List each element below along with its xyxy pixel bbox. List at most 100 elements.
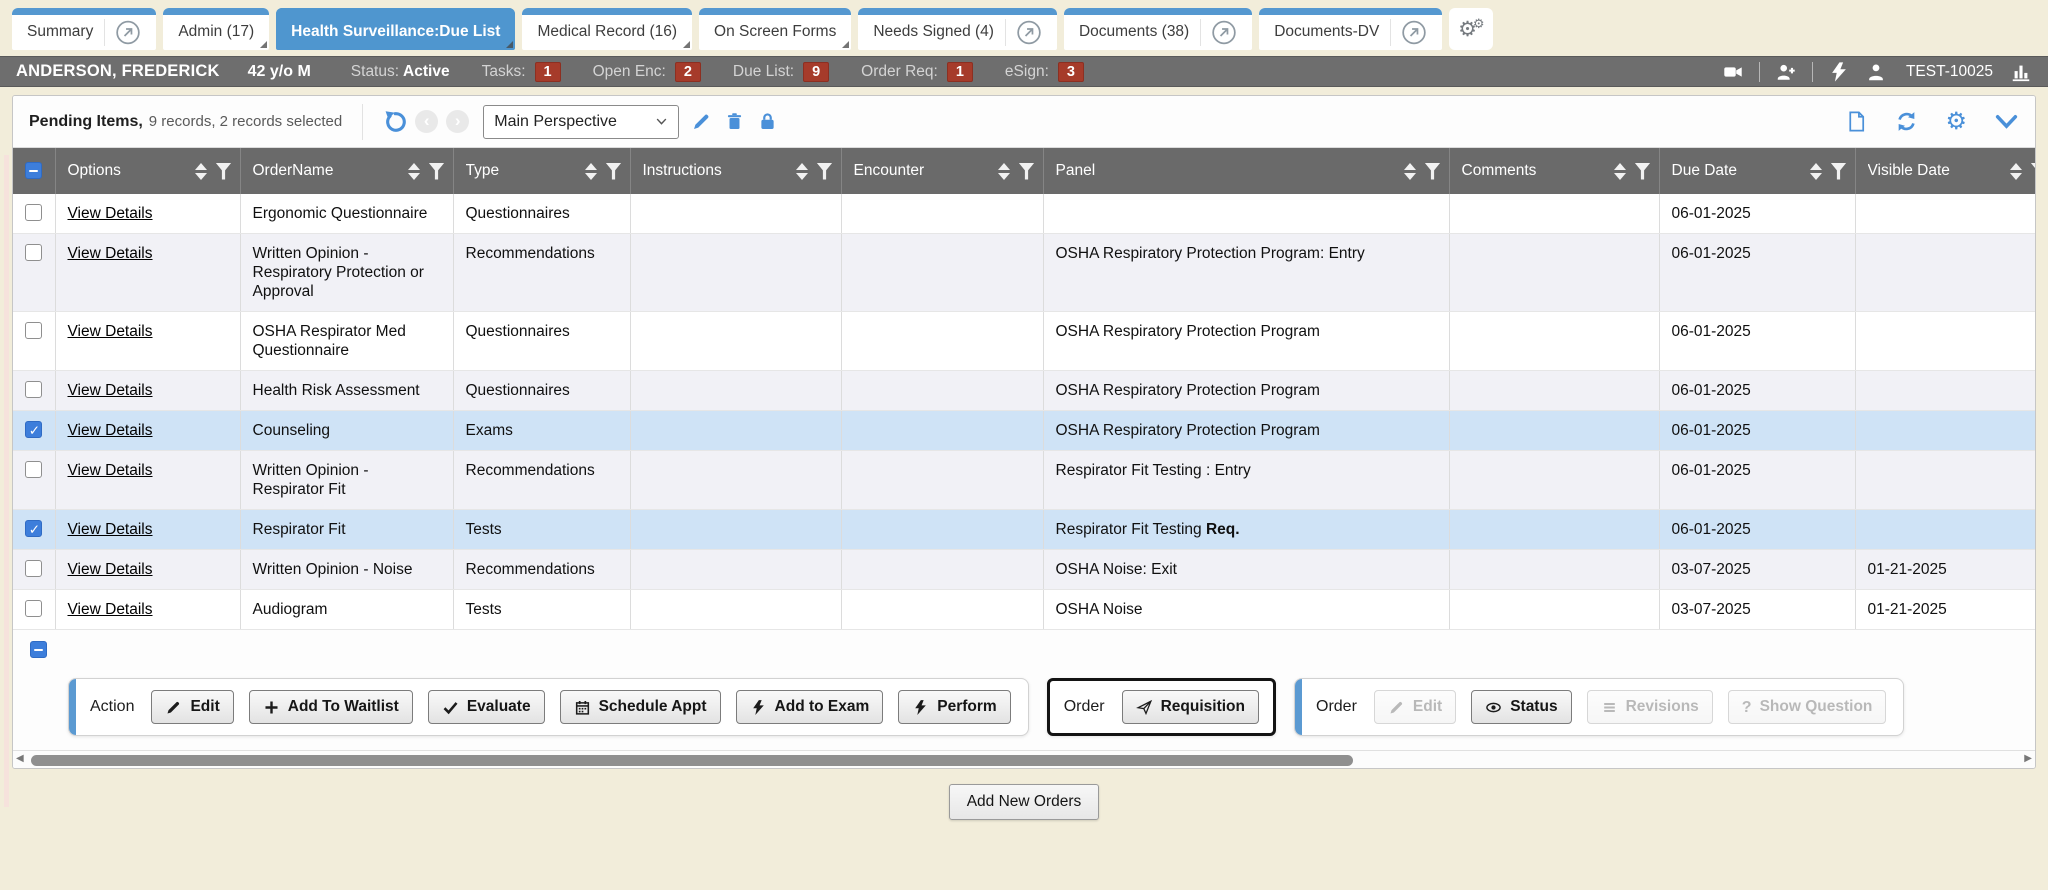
table-row[interactable]: View DetailsErgonomic QuestionnaireQuest… — [13, 194, 2036, 234]
table-row[interactable]: View DetailsOSHA Respirator Med Question… — [13, 312, 2036, 371]
tab-settings-gears-icon[interactable]: ⚙⚙ — [1449, 8, 1493, 50]
select-all-checkbox[interactable] — [30, 641, 47, 658]
lightning-icon[interactable] — [1828, 61, 1850, 83]
funnel-icon[interactable] — [1831, 163, 1847, 180]
lock-icon[interactable] — [757, 111, 778, 132]
scroll-left-arrow[interactable]: ◀ — [16, 753, 24, 764]
next-icon[interactable]: › — [446, 110, 469, 133]
row-checkbox[interactable] — [25, 244, 42, 261]
sort-icon[interactable] — [195, 163, 207, 180]
counter-badge[interactable]: 1 — [947, 62, 973, 82]
tab-medical-record-16-[interactable]: Medical Record (16) — [522, 8, 692, 50]
column-header-encounter[interactable]: Encounter — [841, 148, 1043, 194]
sort-icon[interactable] — [998, 163, 1010, 180]
collapse-chevron-icon[interactable] — [1994, 109, 2019, 134]
row-checkbox[interactable] — [25, 461, 42, 478]
sort-icon[interactable] — [1810, 163, 1822, 180]
add-new-orders-button[interactable]: Add New Orders — [949, 784, 1100, 820]
view-details-link[interactable]: View Details — [68, 601, 153, 618]
add-to-exam-button[interactable]: Add to Exam — [736, 690, 884, 724]
evaluate-button[interactable]: Evaluate — [428, 690, 545, 724]
view-details-link[interactable]: View Details — [68, 521, 153, 538]
view-details-link[interactable]: View Details — [68, 245, 153, 262]
tab-health-surveillance-due-list[interactable]: Health Surveillance:Due List — [276, 8, 515, 50]
view-details-link[interactable]: View Details — [68, 561, 153, 578]
row-checkbox[interactable] — [25, 421, 42, 438]
tab-documents-dv[interactable]: Documents-DV — [1259, 8, 1442, 50]
funnel-icon[interactable] — [606, 163, 622, 180]
funnel-icon[interactable] — [1019, 163, 1035, 180]
view-details-link[interactable]: View Details — [68, 323, 153, 340]
column-header-instructions[interactable]: Instructions — [630, 148, 841, 194]
tab-admin-17-[interactable]: Admin (17) — [163, 8, 269, 50]
counter-badge[interactable]: 9 — [803, 62, 829, 82]
tab-needs-signed-4-[interactable]: Needs Signed (4) — [858, 8, 1057, 50]
funnel-icon[interactable] — [216, 163, 232, 180]
funnel-icon[interactable] — [1635, 163, 1651, 180]
counter-badge[interactable]: 2 — [675, 62, 701, 82]
row-checkbox[interactable] — [25, 322, 42, 339]
tab-summary[interactable]: Summary — [12, 8, 156, 50]
status-button[interactable]: Status — [1471, 690, 1571, 724]
table-row[interactable]: View DetailsWritten Opinion - Respirator… — [13, 451, 2036, 510]
sort-icon[interactable] — [408, 163, 420, 180]
row-checkbox[interactable] — [25, 600, 42, 617]
tab-documents-38-[interactable]: Documents (38) — [1064, 8, 1252, 50]
popout-icon[interactable] — [1200, 19, 1237, 46]
funnel-icon[interactable] — [1425, 163, 1441, 180]
table-row[interactable]: View DetailsRespirator FitTestsRespirato… — [13, 510, 2036, 550]
sort-icon[interactable] — [585, 163, 597, 180]
person-add-icon[interactable] — [1775, 61, 1797, 83]
sort-icon[interactable] — [796, 163, 808, 180]
column-header-options[interactable]: Options — [55, 148, 240, 194]
view-details-link[interactable]: View Details — [68, 422, 153, 439]
view-details-link[interactable]: View Details — [68, 382, 153, 399]
scrollbar-thumb[interactable] — [31, 755, 1353, 766]
undo-icon[interactable] — [383, 110, 407, 134]
edit-button[interactable]: Edit — [151, 690, 233, 724]
table-row[interactable]: View DetailsCounselingExamsOSHA Respirat… — [13, 411, 2036, 451]
column-header-due-date[interactable]: Due Date — [1659, 148, 1855, 194]
chart-icon[interactable] — [2010, 61, 2032, 83]
popout-icon[interactable] — [1005, 19, 1042, 46]
counter-badge[interactable]: 3 — [1058, 62, 1084, 82]
table-row[interactable]: View DetailsAudiogramTestsOSHA Noise03-0… — [13, 590, 2036, 630]
row-checkbox[interactable] — [25, 560, 42, 577]
view-details-link[interactable]: View Details — [68, 205, 153, 222]
row-checkbox[interactable] — [25, 381, 42, 398]
table-row[interactable]: View DetailsWritten Opinion - NoiseRecom… — [13, 550, 2036, 590]
column-header-visible-date[interactable]: Visible Date — [1855, 148, 2036, 194]
popout-icon[interactable] — [1390, 19, 1427, 46]
row-checkbox[interactable] — [25, 204, 42, 221]
perform-button[interactable]: Perform — [898, 690, 1010, 724]
trash-icon[interactable] — [724, 111, 745, 132]
pencil-icon[interactable] — [691, 111, 712, 132]
column-header-type[interactable]: Type — [453, 148, 630, 194]
tab-on-screen-forms[interactable]: On Screen Forms — [699, 8, 851, 50]
prev-icon[interactable]: ‹ — [415, 110, 438, 133]
row-checkbox[interactable] — [25, 520, 42, 537]
popout-icon[interactable] — [104, 19, 141, 46]
sort-icon[interactable] — [1614, 163, 1626, 180]
schedule-appt-button[interactable]: Schedule Appt — [560, 690, 721, 724]
table-row[interactable]: View DetailsHealth Risk AssessmentQuesti… — [13, 371, 2036, 411]
add-to-waitlist-button[interactable]: Add To Waitlist — [249, 690, 413, 724]
refresh-icon[interactable] — [1895, 110, 1918, 133]
requisition-button[interactable]: Requisition — [1122, 690, 1259, 724]
view-details-link[interactable]: View Details — [68, 462, 153, 479]
scroll-right-arrow[interactable]: ▶ — [2024, 753, 2032, 764]
sort-icon[interactable] — [1404, 163, 1416, 180]
person-icon[interactable] — [1865, 61, 1887, 83]
horizontal-scrollbar[interactable]: ◀ ▶ — [13, 750, 2035, 768]
table-row[interactable]: View DetailsWritten Opinion - Respirator… — [13, 234, 2036, 312]
video-camera-icon[interactable] — [1722, 61, 1744, 83]
counter-badge[interactable]: 1 — [535, 62, 561, 82]
funnel-icon[interactable] — [817, 163, 833, 180]
column-header-comments[interactable]: Comments — [1449, 148, 1659, 194]
sort-icon[interactable] — [2010, 163, 2022, 180]
funnel-icon[interactable] — [429, 163, 445, 180]
perspective-select[interactable]: Main Perspective — [483, 105, 679, 139]
column-header-ordername[interactable]: OrderName — [240, 148, 453, 194]
select-all-checkbox[interactable] — [25, 162, 42, 179]
new-doc-icon[interactable] — [1845, 110, 1868, 133]
